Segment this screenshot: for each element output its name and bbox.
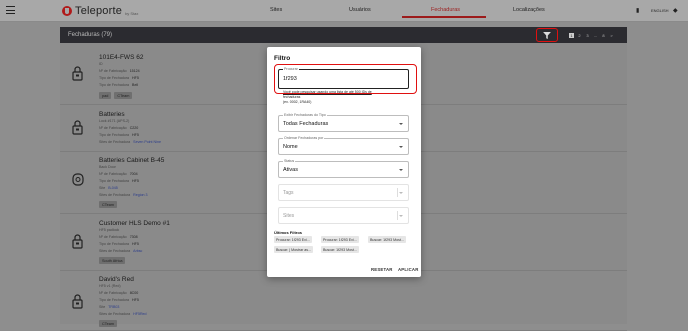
tags-select[interactable]: Tags	[278, 184, 409, 201]
recent-filter-chip[interactable]: Procurar: 1f293 Exi...	[321, 236, 359, 243]
lock-name: Batteries Cabinet B-45	[99, 157, 165, 164]
page-link[interactable]: 1	[569, 32, 574, 38]
list-item[interactable]: David's Red HF5 v1 (Red) Nº de Fabricaçã…	[60, 271, 627, 331]
chevron-down-icon	[399, 192, 403, 194]
sort-select[interactable]: Ordenar Fechaduras por Nome	[278, 136, 409, 155]
lock-name: Batteries	[99, 111, 125, 118]
chevron-down-icon	[399, 169, 403, 171]
lock-site-group: Sites de Fechadura Seven Point Nine	[99, 140, 161, 144]
book-icon[interactable]: ▮	[636, 7, 639, 14]
logo-text: Teleporte	[75, 5, 123, 17]
top-nav: Teleporte by Stax Sites Usuários Fechadu…	[0, 0, 688, 22]
lock-serial: Nº de Fabricação C220	[99, 126, 139, 130]
padlock-icon	[72, 66, 83, 81]
divider	[397, 188, 398, 197]
recent-filters-title: Últimos Filtros	[274, 230, 303, 235]
filter-icon	[543, 31, 551, 39]
sort-select-value: Nome	[283, 144, 298, 150]
lock-desc: HF5 padlock	[99, 228, 120, 232]
recent-filter-chip[interactable]: Buscar: 1f293 Most...	[321, 246, 359, 253]
pagination: 1 2 3 ... 8 >	[563, 31, 614, 39]
search-helper-text: Você pode pesquisar usando uma lista de …	[283, 90, 403, 105]
lock-type-select[interactable]: Exibir Fechaduras do Tipo Todas Fechadur…	[278, 113, 409, 132]
lock-site: Site B-045	[99, 186, 118, 190]
round-lock-icon	[72, 173, 84, 186]
logo-icon	[62, 6, 72, 16]
chevron-down-icon	[399, 123, 403, 125]
tag-list: South Africa	[99, 257, 126, 264]
tag-list: CTeam	[99, 201, 118, 208]
page-link[interactable]: 3	[585, 33, 590, 38]
logo[interactable]: Teleporte by Stax	[62, 4, 138, 18]
lock-type-select-value: Todas Fechaduras	[283, 121, 329, 127]
tag-chip[interactable]: CTeam	[99, 201, 118, 208]
status-select-value: Ativas	[283, 167, 298, 173]
sites-select[interactable]: Sites	[278, 207, 409, 224]
lock-serial: Nº de Fabricação 15124	[99, 69, 140, 73]
lock-type-select-label: Exibir Fechaduras do Tipo	[283, 113, 327, 117]
lock-desc: HF5 v1 (Red)	[99, 284, 121, 288]
lock-type: Tipo de Fechadura HF5	[99, 76, 139, 80]
reset-button[interactable]: RESETAR	[371, 267, 393, 272]
padlock-icon	[72, 234, 83, 249]
sort-select-label: Ordenar Fechaduras por	[283, 136, 325, 140]
padlock-icon	[72, 294, 83, 309]
nav-item-users[interactable]: Usuários	[349, 7, 371, 13]
chevron-down-icon	[399, 215, 403, 217]
lock-name: 101E4-FWS 62	[99, 54, 144, 61]
lock-type: Tipo de Fechadura HF5	[99, 242, 139, 246]
lock-type: Tipo de Fechadura HF5	[99, 179, 139, 183]
lock-site: Site TRB03	[99, 305, 120, 309]
search-input[interactable]: Procurar 1f293	[278, 67, 409, 89]
lock-name: Customer HLS Demo #1	[99, 220, 170, 227]
nav-active-indicator	[402, 16, 486, 18]
list-title: Fechaduras (79)	[68, 32, 113, 38]
nav-item-locations[interactable]: Localizações	[513, 7, 545, 13]
tags-placeholder: Tags	[283, 190, 294, 196]
recent-filter-chip[interactable]: Procurar: 1f293 Exi...	[274, 236, 312, 243]
sites-placeholder: Sites	[283, 213, 295, 219]
lock-desc: Back Door	[99, 165, 116, 169]
lock-type: Tipo de Fechadura HF5	[99, 133, 139, 137]
tag-chip[interactable]: CTeam	[114, 92, 133, 99]
helper-line: (ex. 0002, 1RA40)	[283, 100, 312, 104]
chevron-down-icon	[399, 146, 403, 148]
language-toggle[interactable]: ENGLISH	[651, 8, 669, 13]
lock-site-group: Sites de Fechadura Region 3	[99, 193, 148, 197]
search-input-value: 1f293	[283, 76, 297, 82]
nav-item-sites[interactable]: Sites	[270, 7, 282, 13]
lock-serial: Nº de Fabricação 7004	[99, 172, 138, 176]
tag-chip[interactable]: pad	[99, 92, 112, 99]
lock-site-group: Sites de Fechadura Arbsc	[99, 249, 143, 253]
lock-desc: Lock #171 (APS-2)	[99, 119, 130, 123]
lock-name: David's Red	[99, 276, 134, 283]
page-ellipsis: ...	[593, 32, 598, 38]
pager-next[interactable]: >	[609, 33, 614, 38]
lock-site-group: Sites de Fechadura HF5Red	[99, 312, 147, 316]
recent-filter-chip[interactable]: Buscar: 1f293 Most...	[368, 236, 406, 243]
lock-serial: Nº de Fabricação 8C00	[99, 291, 139, 295]
recent-filter-chip[interactable]: Buscar: | Mostrar as...	[274, 246, 314, 253]
lock-type: Tipo de Fechadura HF5	[99, 298, 139, 302]
lock-serial: Nº de Fabricação 7308	[99, 235, 138, 239]
padlock-icon	[72, 120, 83, 135]
divider	[397, 211, 398, 220]
page-link[interactable]: 8	[601, 33, 606, 38]
apply-button[interactable]: APLICAR	[398, 267, 419, 272]
page-link[interactable]: 2	[577, 33, 582, 38]
bell-icon[interactable]: ◆	[673, 7, 678, 14]
dialog-title: Filtro	[274, 55, 291, 62]
menu-icon[interactable]	[6, 6, 15, 14]
search-input-label: Procurar	[283, 67, 299, 71]
lock-type: Tipo de Fechadura Bell	[99, 83, 139, 87]
status-select-label: Status	[283, 159, 296, 163]
tag-chip[interactable]: South Africa	[99, 257, 126, 264]
nav-item-locks[interactable]: Fechaduras	[431, 7, 460, 13]
filter-button[interactable]	[536, 28, 558, 42]
lock-desc: ID	[99, 62, 103, 66]
logo-subtext: by Stax	[125, 11, 139, 16]
tag-list: pad CTeam	[99, 92, 133, 99]
status-select[interactable]: Status Ativas	[278, 159, 409, 178]
